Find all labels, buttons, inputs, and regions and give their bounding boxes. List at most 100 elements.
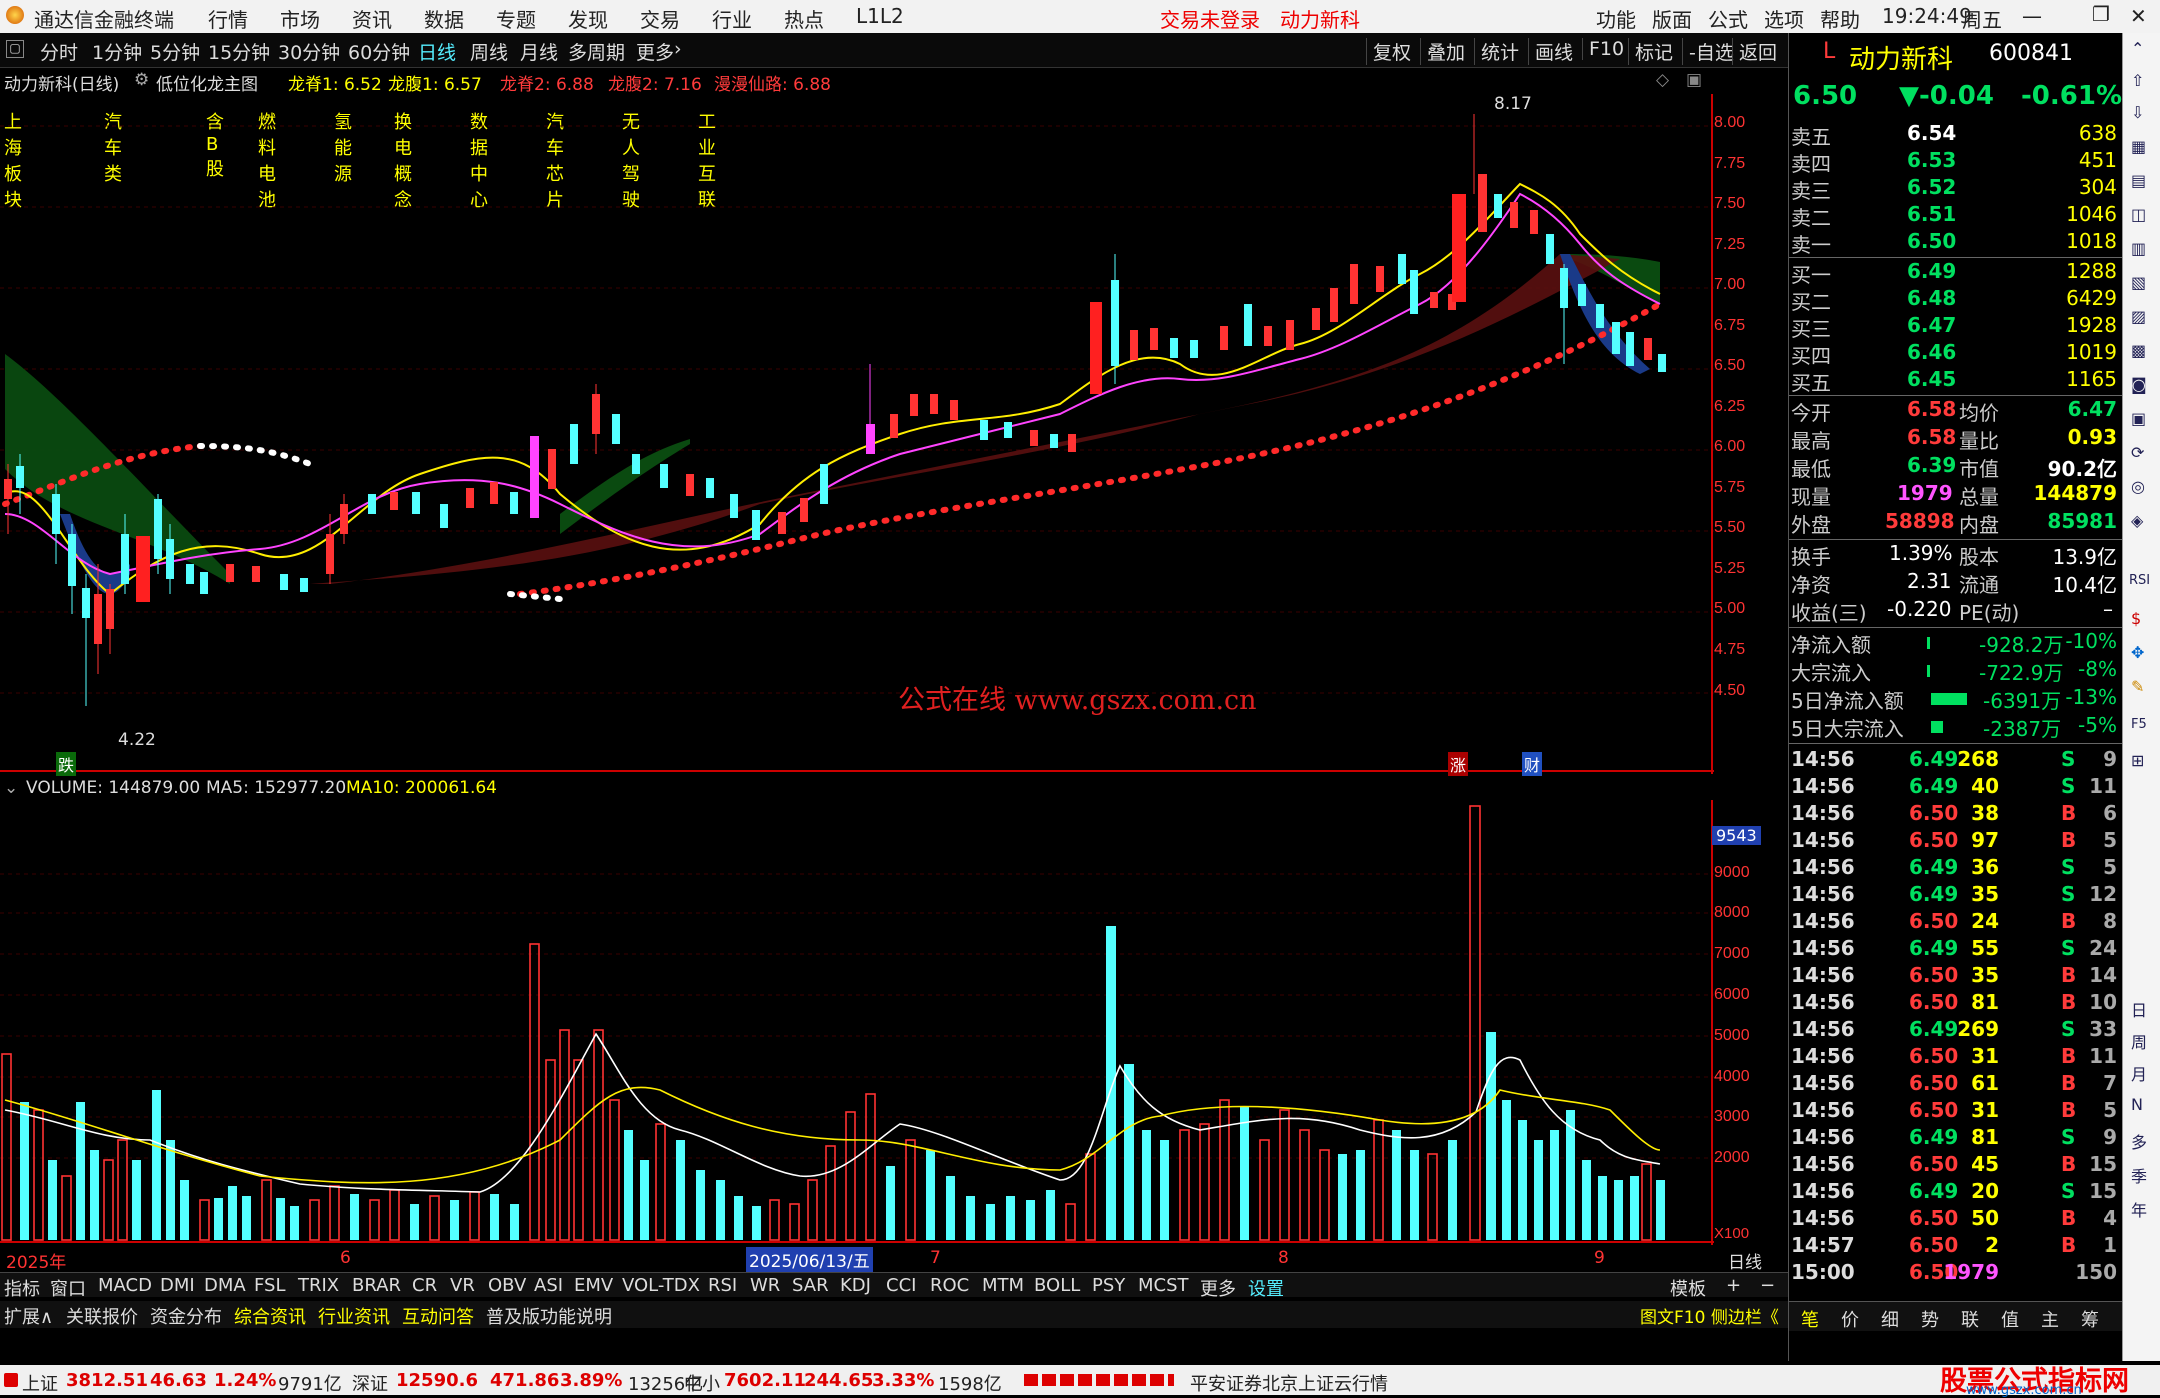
- indicator-tab[interactable]: EMV: [574, 1275, 613, 1296]
- indicator-tab[interactable]: 窗口: [50, 1275, 86, 1301]
- sidebar-label[interactable]: 周: [2131, 1029, 2147, 1053]
- indicator-tab[interactable]: OBV: [488, 1275, 526, 1296]
- period-tab[interactable]: 月线: [520, 38, 558, 65]
- tool-button[interactable]: -自选: [1682, 38, 1734, 65]
- volume-chart[interactable]: [0, 800, 1714, 1245]
- indicator-tab[interactable]: SAR: [792, 1275, 829, 1296]
- arrow-down-icon[interactable]: ⇩: [2131, 103, 2144, 122]
- info-right-links[interactable]: 图文F10 侧边栏《: [1640, 1303, 1779, 1328]
- indicator-tab[interactable]: TRIX: [298, 1275, 339, 1296]
- menu-item[interactable]: 版面: [1652, 4, 1692, 33]
- finance-icon[interactable]: ▨: [2131, 307, 2146, 326]
- indicator-tab[interactable]: KDJ: [840, 1275, 871, 1296]
- right-tab[interactable]: 笔: [1801, 1306, 1819, 1332]
- list-icon[interactable]: ▩: [2131, 341, 2146, 360]
- menu-item[interactable]: 交易: [640, 4, 680, 33]
- ask-row[interactable]: 卖四 6.53 451: [1789, 148, 2123, 176]
- period-label[interactable]: 日线: [1728, 1248, 1762, 1273]
- right-tab[interactable]: 细: [1881, 1306, 1899, 1332]
- tool-button[interactable]: F10: [1582, 38, 1624, 60]
- tool-button[interactable]: 标记: [1628, 38, 1673, 65]
- move-icon[interactable]: ✥: [2131, 643, 2144, 662]
- indicator-tab[interactable]: ROC: [930, 1275, 969, 1296]
- remove-icon[interactable]: −: [1760, 1275, 1775, 1296]
- pencil-icon[interactable]: ✎: [2131, 677, 2144, 696]
- indicator-tab[interactable]: BOLL: [1034, 1275, 1080, 1296]
- bar-chart-icon[interactable]: ▥: [2131, 239, 2146, 258]
- dollar-icon[interactable]: $: [2131, 609, 2141, 628]
- indicator-tab[interactable]: MACD: [98, 1275, 152, 1296]
- menu-item[interactable]: L1L2: [856, 4, 904, 28]
- ask-row[interactable]: 卖二 6.51 1046: [1789, 202, 2123, 230]
- indicator-tab[interactable]: VOL-TDX: [622, 1275, 700, 1296]
- indicator-tab[interactable]: 更多: [1200, 1275, 1236, 1301]
- index-label[interactable]: 上证: [22, 1370, 58, 1396]
- info-tab[interactable]: 互动问答: [402, 1303, 474, 1329]
- index-label[interactable]: 深证: [352, 1370, 388, 1396]
- indicator-tab[interactable]: DMI: [160, 1275, 195, 1296]
- chart-icon[interactable]: ▦: [2131, 137, 2146, 156]
- tool-button[interactable]: 复权: [1366, 38, 1411, 65]
- sidebar-label[interactable]: 多: [2131, 1129, 2147, 1153]
- bid-row[interactable]: 买三 6.47 1928: [1789, 313, 2123, 341]
- monitor-icon[interactable]: ◙: [2131, 375, 2147, 394]
- chevron-right-icon[interactable]: ›: [674, 38, 682, 60]
- indicator-tab[interactable]: RSI: [708, 1275, 737, 1296]
- period-tab[interactable]: 15分钟: [208, 38, 270, 65]
- arrow-up-icon[interactable]: ⇧: [2131, 71, 2144, 90]
- chevron-up-icon[interactable]: ⌃: [2131, 39, 2144, 58]
- period-tab[interactable]: 60分钟: [348, 38, 410, 65]
- server-name[interactable]: 平安证券北京上证云行情: [1190, 1370, 1388, 1396]
- indicator-tab[interactable]: 指标: [4, 1275, 40, 1301]
- close-icon[interactable]: ✕: [2130, 4, 2147, 28]
- sidebar-label[interactable]: 季: [2131, 1163, 2147, 1187]
- info-tab[interactable]: 资金分布: [150, 1303, 222, 1329]
- indicator-tab[interactable]: MCST: [1138, 1275, 1189, 1296]
- right-tab[interactable]: 主: [2041, 1306, 2059, 1332]
- sidebar-label[interactable]: 日: [2131, 997, 2147, 1021]
- info-tab[interactable]: 关联报价: [66, 1303, 138, 1329]
- tool-button[interactable]: 叠加: [1420, 38, 1465, 65]
- template-button[interactable]: 模板: [1670, 1275, 1706, 1301]
- calendar-icon[interactable]: ▣: [2131, 409, 2146, 428]
- period-tab-more[interactable]: 更多: [636, 38, 674, 65]
- menu-item[interactable]: 市场: [280, 4, 320, 33]
- grid-icon[interactable]: ▧: [2131, 273, 2146, 292]
- bid-row[interactable]: 买五 6.45 1165: [1789, 367, 2123, 395]
- window-restore-icon[interactable]: ▣: [1686, 70, 1702, 90]
- period-tab[interactable]: 30分钟: [278, 38, 340, 65]
- menu-item[interactable]: 行情: [208, 4, 248, 33]
- indicator-tab[interactable]: DMA: [204, 1275, 246, 1296]
- settings-tab[interactable]: 设置: [1248, 1275, 1284, 1301]
- menu-item[interactable]: 行业: [712, 4, 752, 33]
- ask-row[interactable]: 卖一 6.50 1018: [1789, 229, 2123, 257]
- table-icon[interactable]: ▤: [2131, 171, 2146, 190]
- indicator-tab[interactable]: CR: [412, 1275, 437, 1296]
- menu-item[interactable]: 专题: [496, 4, 536, 33]
- menu-item[interactable]: 功能: [1596, 4, 1636, 33]
- layers-icon[interactable]: ◈: [2131, 511, 2143, 530]
- collapse-icon[interactable]: ▢: [6, 40, 24, 58]
- tool-button[interactable]: 画线: [1528, 38, 1573, 65]
- menu-item[interactable]: 热点: [784, 4, 824, 33]
- info-tab[interactable]: 综合资讯: [234, 1303, 306, 1329]
- info-tab[interactable]: 普及版功能说明: [486, 1303, 612, 1329]
- add-icon[interactable]: +: [1726, 1275, 1741, 1296]
- price-chart[interactable]: [0, 94, 1714, 774]
- period-tab[interactable]: 5分钟: [150, 38, 200, 65]
- formula-name[interactable]: 低位化龙主图: [156, 70, 258, 95]
- sidebar-label[interactable]: F5: [2131, 717, 2147, 732]
- indicator-tab[interactable]: MTM: [982, 1275, 1024, 1296]
- right-tab[interactable]: 联: [1961, 1306, 1979, 1332]
- sidebar-label[interactable]: 月: [2131, 1061, 2147, 1085]
- refresh-icon[interactable]: ⟳: [2131, 443, 2144, 462]
- indicator-tab[interactable]: ASI: [534, 1275, 563, 1296]
- menu-item[interactable]: 发现: [568, 4, 608, 33]
- volume-settings-icon[interactable]: ⌄: [4, 778, 18, 798]
- index-label[interactable]: 中小: [684, 1370, 720, 1396]
- login-status[interactable]: 交易未登录: [1160, 4, 1260, 33]
- indicator-tab[interactable]: CCI: [886, 1275, 916, 1296]
- right-tab[interactable]: 筹: [2081, 1306, 2099, 1332]
- period-tab-active[interactable]: 日线: [418, 38, 456, 65]
- indicator-tab[interactable]: VR: [450, 1275, 475, 1296]
